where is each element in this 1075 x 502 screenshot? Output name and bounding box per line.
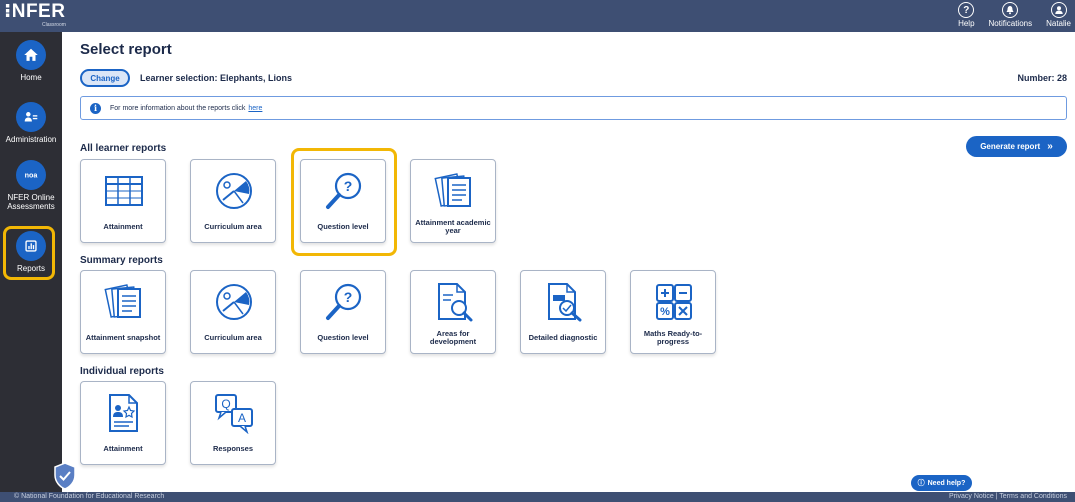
user-label: Natalie [1046, 19, 1071, 28]
report-card-individual-attainment[interactable]: Attainment [80, 381, 166, 465]
info-text: For more information about the reports c… [110, 104, 246, 112]
diagnostic-icon [543, 281, 585, 323]
need-help-label: Need help? [927, 479, 966, 487]
help-button[interactable]: ? Help [958, 2, 975, 28]
report-card-label: Detailed diagnostic [528, 333, 598, 342]
compass-icon [213, 281, 255, 323]
report-card-label: Attainment [103, 222, 143, 231]
user-icon [1050, 2, 1067, 18]
reports-highlight [3, 226, 55, 280]
footer-copyright: © National Foundation for Educational Re… [14, 493, 165, 500]
table-icon [103, 170, 145, 212]
report-card-detailed-diagnostic[interactable]: Detailed diagnostic [520, 270, 606, 354]
document-search-icon [433, 281, 475, 323]
report-card-label: Responses [212, 444, 254, 453]
sidebar-label-online-assessments: NFER Online Assessments [7, 193, 55, 211]
info-link[interactable]: here [248, 105, 262, 112]
logo-subtext: Classroom [42, 22, 66, 28]
learner-selection: Learner selection: Elephants, Lions [140, 73, 293, 83]
footer: © National Foundation for Educational Re… [0, 492, 1075, 502]
users-icon [16, 102, 46, 132]
double-chevron-right-icon: » [1047, 141, 1053, 152]
learner-count: Number: 28 [1017, 73, 1067, 83]
user-menu-button[interactable]: Natalie [1046, 2, 1071, 28]
svg-text:?: ? [344, 289, 353, 305]
report-card-attainment[interactable]: Attainment [80, 159, 166, 243]
help-label: Help [958, 19, 975, 28]
report-card-responses[interactable]: QA Responses [190, 381, 276, 465]
help-icon: ? [958, 2, 975, 18]
section-title-summary: Summary reports [80, 255, 163, 266]
change-button[interactable]: Change [80, 69, 130, 87]
documents-stack-icon [433, 170, 475, 212]
svg-text:A: A [238, 411, 246, 425]
svg-text:%: % [660, 306, 670, 318]
report-card-label: Curriculum area [204, 333, 262, 342]
svg-text:Q: Q [221, 397, 230, 411]
report-card-curriculum-area-summary[interactable]: Curriculum area [190, 270, 276, 354]
magnifier-question-icon: ? [323, 281, 365, 323]
report-card-label: Areas for development [429, 329, 477, 346]
notifications-button[interactable]: Notifications [988, 2, 1033, 28]
maths-operations-icon: % [653, 281, 695, 323]
report-card-label: Maths Ready-to-progress [643, 329, 703, 346]
bell-icon [1002, 2, 1019, 18]
top-bar: ⁝NFER Classroom ? Help Notifications Nat… [0, 0, 1075, 32]
nfer-logo[interactable]: ⁝NFER Classroom [4, 1, 66, 29]
page-title: Select report [80, 41, 172, 58]
home-icon [16, 40, 46, 70]
report-card-label: Attainment [103, 444, 143, 453]
help-circle-icon: ⓘ [917, 480, 925, 487]
report-card-attainment-snapshot[interactable]: Attainment snapshot [80, 270, 166, 354]
generate-report-label: Generate report [980, 142, 1041, 151]
section-title-all-learner: All learner reports [80, 143, 167, 154]
report-card-maths-ready-to-progress[interactable]: % Maths Ready-to-progress [630, 270, 716, 354]
question-level-highlight [291, 148, 397, 256]
notifications-label: Notifications [988, 19, 1033, 28]
sidebar-label-administration: Administration [5, 135, 57, 144]
report-card-attainment-academic-year[interactable]: Attainment academic year [410, 159, 496, 243]
logo-text: ⁝NFER [4, 1, 66, 22]
sidebar-item-home[interactable]: Home [0, 40, 62, 82]
footer-links[interactable]: Privacy Notice | Terms and Conditions [949, 492, 1067, 502]
report-card-label: Question level [317, 333, 369, 342]
info-icon: i [90, 102, 101, 114]
report-card-question-level-summary[interactable]: ? Question level [300, 270, 386, 354]
documents-stack-icon [103, 281, 145, 323]
sidebar-label-home: Home [20, 73, 42, 82]
report-card-label: Attainment academic year [415, 218, 491, 235]
sidebar-item-administration[interactable]: Administration [0, 102, 62, 144]
info-banner: i For more information about the reports… [80, 96, 1067, 120]
report-card-label: Attainment snapshot [85, 333, 161, 342]
compass-icon [213, 170, 255, 212]
noa-icon: noa [16, 160, 46, 190]
generate-report-button[interactable]: Generate report » [966, 136, 1067, 157]
top-icons: ? Help Notifications Natalie [944, 2, 1071, 28]
svg-text:noa: noa [25, 171, 39, 180]
report-card-areas-for-development[interactable]: Areas for development [410, 270, 496, 354]
sidebar-item-online-assessments[interactable]: noa NFER Online Assessments [0, 160, 62, 211]
profile-document-icon [103, 392, 145, 434]
report-card-label: Curriculum area [204, 222, 262, 231]
section-title-individual: Individual reports [80, 366, 164, 377]
main-content: Select report Change Learner selection: … [62, 32, 1075, 492]
report-card-curriculum-area[interactable]: Curriculum area [190, 159, 276, 243]
qa-chat-icon: QA [213, 392, 255, 435]
need-help-button[interactable]: ⓘ Need help? [911, 475, 972, 491]
